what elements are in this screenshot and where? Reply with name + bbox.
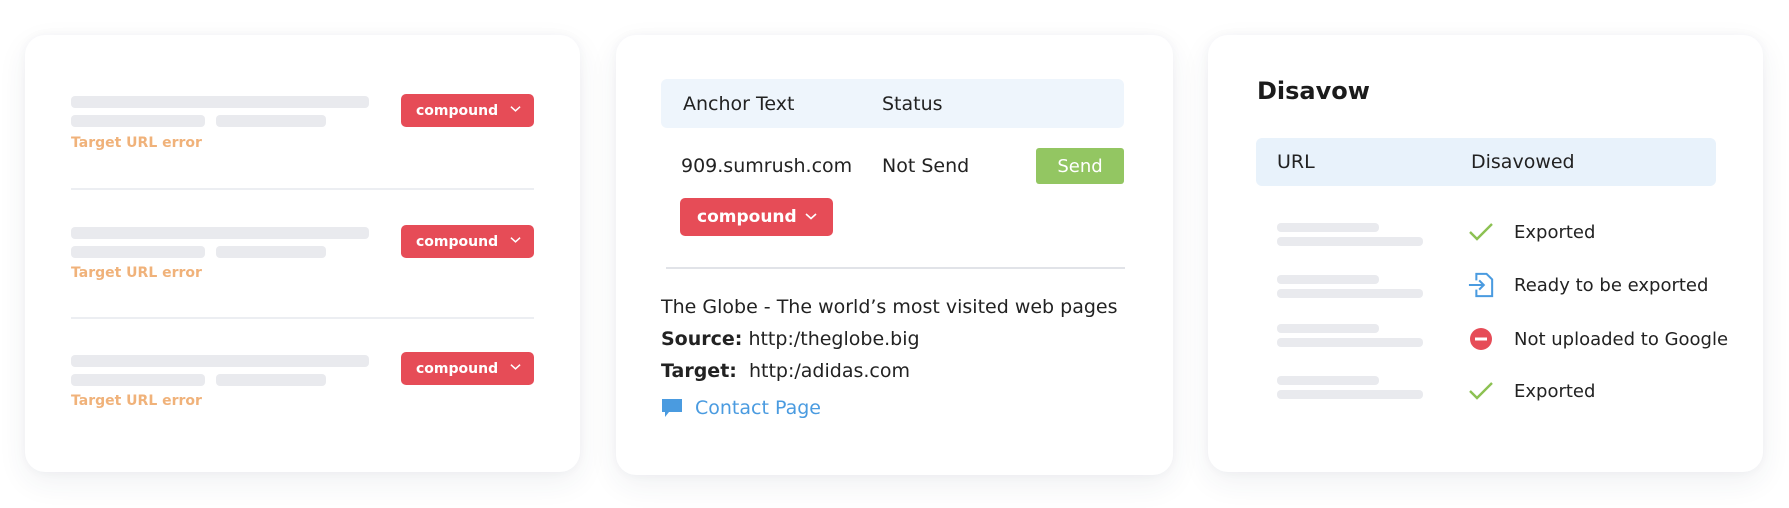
source-label: Source: (661, 328, 743, 350)
column-header-url: URL (1277, 151, 1315, 173)
table-header: URL Disavowed (1256, 138, 1716, 186)
skeleton-line (216, 246, 326, 258)
skeleton-line (1277, 376, 1379, 385)
disavow-row: Exported (1468, 378, 1595, 404)
table-header: Anchor Text Status (661, 79, 1124, 128)
check-icon (1468, 378, 1494, 404)
skeleton-line (1277, 237, 1423, 246)
compound-dropdown[interactable]: compound (401, 225, 534, 258)
target-url-error: Target URL error (71, 135, 202, 151)
compound-label: compound (416, 102, 499, 119)
target-label: Target: (661, 360, 737, 382)
row-divider (71, 317, 534, 319)
chevron-down-icon (510, 237, 521, 243)
column-header-status: Status (882, 92, 943, 115)
disavow-row: Exported (1468, 219, 1595, 245)
disavow-status: Ready to be exported (1514, 274, 1709, 296)
disavow-row: Not uploaded to Google (1468, 326, 1728, 352)
compound-dropdown[interactable]: compound (401, 94, 534, 127)
skeleton-line (1277, 289, 1423, 298)
skeleton-line (71, 246, 205, 258)
skeleton-line (71, 227, 369, 239)
file-import-icon (1468, 272, 1494, 298)
source-line: Source: http:/theglobe.big (661, 328, 920, 350)
send-button[interactable]: Send (1036, 148, 1124, 184)
skeleton-line (1277, 223, 1379, 232)
chevron-down-icon (805, 213, 817, 220)
target-errors-card: Target URL error compound Target URL err… (25, 35, 580, 472)
column-header-disavowed: Disavowed (1471, 151, 1575, 173)
outreach-card: Anchor Text Status 909.sumrush.com Not S… (616, 35, 1173, 475)
skeleton-line (1277, 390, 1423, 399)
skeleton-line (1277, 324, 1379, 333)
check-icon (1468, 219, 1494, 245)
disavow-status: Not uploaded to Google (1514, 328, 1729, 350)
section-divider (666, 267, 1125, 269)
target-url-error: Target URL error (71, 265, 202, 281)
skeleton-line (216, 115, 326, 127)
page-title: The Globe - The world’s most visited web… (661, 296, 1118, 318)
minus-circle-icon (1468, 326, 1494, 352)
target-url[interactable]: http:/adidas.com (749, 360, 910, 382)
disavow-row: Ready to be exported (1468, 272, 1708, 298)
compound-dropdown[interactable]: compound (401, 352, 534, 385)
status-value: Not Send (882, 155, 970, 177)
compound-dropdown[interactable]: compound (680, 198, 833, 236)
skeleton-line (1277, 338, 1423, 347)
card-title: Disavow (1257, 77, 1370, 105)
skeleton-line (71, 374, 205, 386)
disavow-status: Exported (1514, 221, 1596, 243)
source-url[interactable]: http:/theglobe.big (748, 328, 919, 350)
row-divider (71, 188, 534, 190)
contact-page-link[interactable]: Contact Page (661, 397, 821, 419)
skeleton-line (216, 374, 326, 386)
compound-label: compound (416, 360, 499, 377)
skeleton-line (1277, 275, 1379, 284)
compound-label: compound (416, 233, 499, 250)
skeleton-line (71, 355, 369, 367)
chevron-down-icon (510, 364, 521, 370)
chevron-down-icon (510, 106, 521, 112)
skeleton-line (71, 115, 205, 127)
skeleton-line (71, 96, 369, 108)
disavow-status: Exported (1514, 380, 1596, 402)
target-line: Target: http:/adidas.com (661, 360, 910, 382)
compound-label: compound (697, 207, 797, 227)
chat-bubble-icon (662, 399, 682, 417)
disavow-card: Disavow URL Disavowed Exported Ready to … (1208, 35, 1763, 472)
column-header-anchor-text: Anchor Text (683, 92, 795, 115)
target-url-error: Target URL error (71, 393, 202, 409)
contact-page-label: Contact Page (695, 397, 821, 419)
anchor-text-value: 909.sumrush.com (681, 155, 853, 177)
